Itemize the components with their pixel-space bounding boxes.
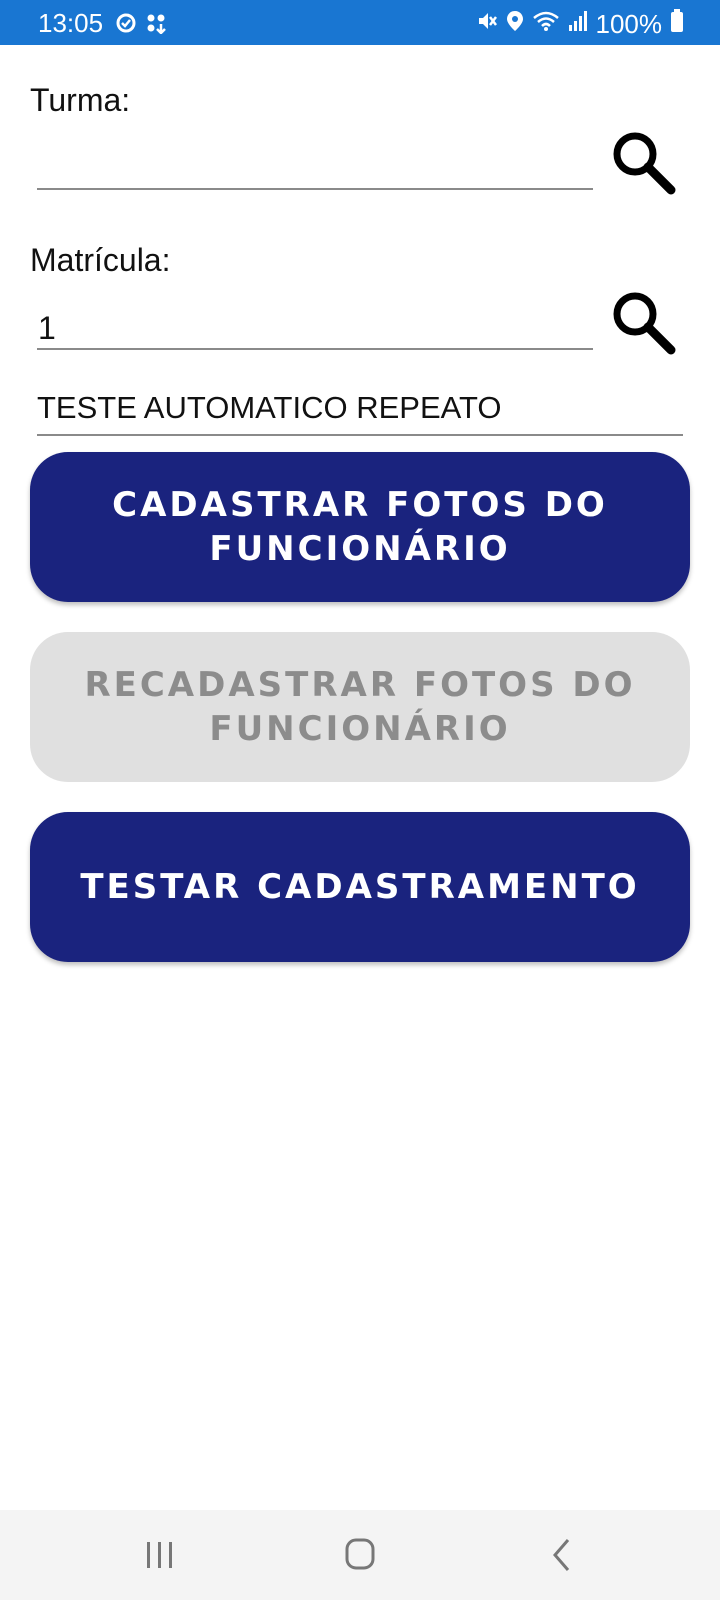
status-right: 100%: [476, 9, 685, 38]
employee-name-field: TESTE AUTOMATICO REPEATO: [37, 383, 683, 436]
back-icon: [553, 1539, 570, 1571]
status-left-icons: [115, 12, 167, 39]
home-button[interactable]: [330, 1530, 390, 1580]
turma-input[interactable]: [37, 146, 593, 190]
status-bar: 13:05 100%: [0, 0, 720, 45]
wifi-icon: [532, 10, 560, 37]
navigation-bar: [0, 1510, 720, 1600]
home-icon: [345, 1538, 375, 1570]
sync-icon: [115, 12, 137, 39]
search-icon: [613, 292, 676, 355]
matricula-label: Matrícula:: [30, 242, 171, 278]
reregister-photos-button: RECADASTRAR FOTOS DO FUNCIONÁRIO: [30, 632, 690, 782]
recents-button[interactable]: [130, 1530, 190, 1580]
search-icon: [613, 132, 676, 195]
recents-icon: [147, 1542, 172, 1568]
battery-percent: 100%: [595, 8, 663, 39]
matricula-search-button[interactable]: [608, 287, 678, 357]
test-registration-button[interactable]: TESTAR CADASTRAMENTO: [30, 812, 690, 962]
register-photos-button[interactable]: CADASTRAR FOTOS DO FUNCIONÁRIO: [30, 452, 690, 602]
turma-search-button[interactable]: [608, 127, 678, 197]
apps-icon: [145, 12, 167, 39]
location-icon: [506, 10, 524, 37]
signal-icon: [568, 10, 588, 37]
battery-icon: [670, 9, 684, 38]
back-button[interactable]: [532, 1530, 592, 1580]
status-time: 13:05: [38, 8, 104, 38]
mute-icon: [476, 10, 498, 37]
matricula-input[interactable]: 1: [37, 306, 593, 350]
turma-label: Turma:: [30, 82, 131, 118]
